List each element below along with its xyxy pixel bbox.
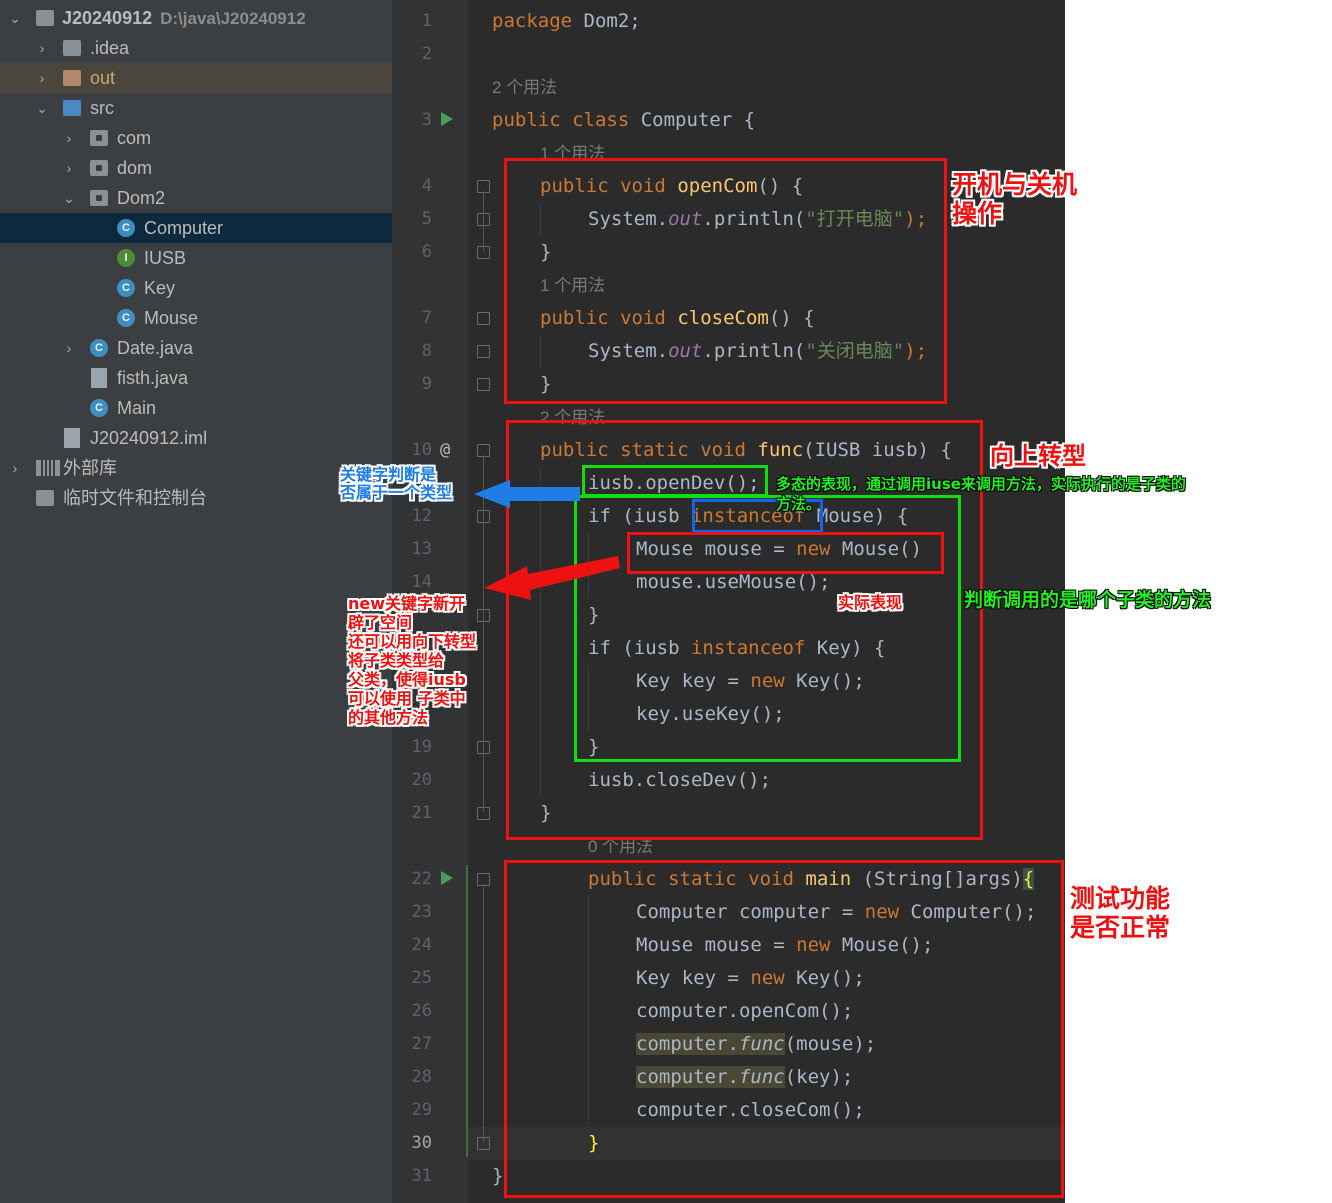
- red-arrow-icon: [484, 556, 620, 600]
- annotation-on-off: 开机与关机 操作: [952, 170, 1078, 228]
- annotation-polymorphism: 多态的表现，通过调用iuse来调用方法，实际执行的是子类的 方法。: [776, 475, 1186, 513]
- annotation-keyword: 关键字判断是 否属于一个类型: [340, 465, 453, 502]
- annotation-actual: 实际表现: [838, 593, 903, 612]
- annotation-new: new关键字新开 辟了空间 还可以用向下转型 将子类类型给 父类，使得iusb …: [348, 594, 477, 727]
- annotation-test: 测试功能 是否正常: [1070, 884, 1171, 942]
- annotation-which-subclass: 判断调用的是哪个子类的方法: [964, 589, 1212, 611]
- annotation-upcast: 向上转型: [990, 442, 1086, 470]
- blue-arrow-icon: [474, 480, 580, 508]
